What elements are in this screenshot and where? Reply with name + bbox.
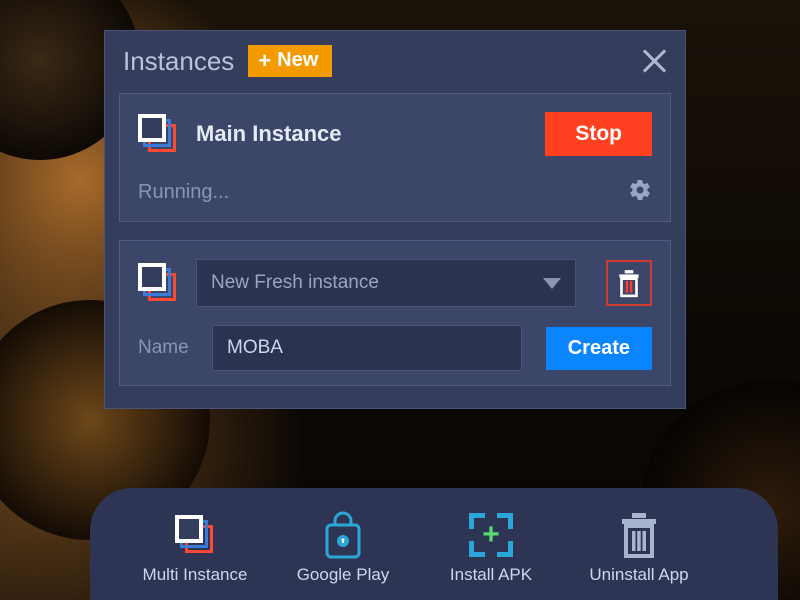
google-play-icon [321,511,365,559]
install-apk-icon: + [469,513,513,557]
name-input[interactable]: MOBA [212,325,522,371]
create-button[interactable]: Create [546,327,652,370]
instance-name: Main Instance [196,121,341,147]
instance-status: Running... [138,181,229,204]
plus-icon: + [258,50,271,72]
uninstall-icon [618,511,660,559]
dock-multi-instance[interactable]: Multi Instance [130,511,260,585]
chevron-down-icon [543,278,561,289]
delete-button[interactable] [606,260,652,306]
stop-button[interactable]: Stop [545,112,652,156]
dock-install-apk[interactable]: + Install APK [426,511,556,585]
new-instance-card: New Fresh instance Name MOBA Create [119,240,671,386]
close-icon[interactable] [641,48,667,74]
trash-icon [616,268,642,298]
panel-header: Instances + New [105,31,685,87]
instance-icon [138,114,178,154]
multi-instance-icon [175,515,215,555]
gear-icon[interactable] [628,178,652,207]
dock-multi-label: Multi Instance [143,565,248,585]
instance-card: Main Instance Stop Running... [119,93,671,222]
dock-apk-label: Install APK [450,565,532,585]
new-button-label: New [277,49,318,72]
name-label: Name [138,337,202,359]
template-select[interactable]: New Fresh instance [196,259,576,307]
instances-panel: Instances + New Main Instance Stop Runni… [104,30,686,409]
bottom-dock: Multi Instance Google Play + Install APK [90,488,778,600]
new-instance-button[interactable]: + New [248,45,332,77]
instance-icon [138,263,178,303]
dock-uninstall-label: Uninstall App [589,565,688,585]
panel-title: Instances [123,46,234,77]
dock-gplay-label: Google Play [297,565,390,585]
dock-uninstall-app[interactable]: Uninstall App [574,511,704,585]
template-selected-label: New Fresh instance [211,272,379,294]
name-input-value: MOBA [227,337,283,359]
dock-google-play[interactable]: Google Play [278,511,408,585]
